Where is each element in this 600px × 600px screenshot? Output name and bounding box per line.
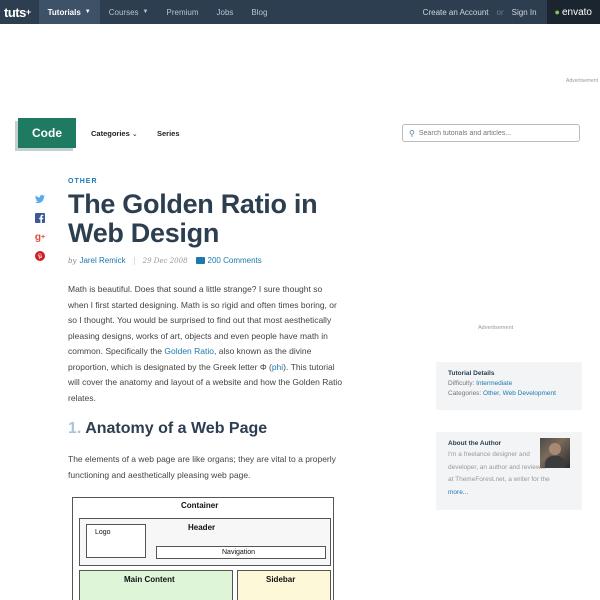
intro-paragraph: Math is beautiful. Does that sound a lit… [68, 282, 343, 406]
comments-link[interactable]: 200 Comments [195, 256, 262, 265]
google-plus-icon[interactable]: g + [34, 231, 46, 243]
article-title: The Golden Ratio in Web Design [68, 189, 318, 248]
nav-tutorials-label: Tutorials [47, 7, 81, 17]
nav-courses[interactable]: Courses ▼ [100, 0, 158, 24]
diagram-navigation-label: Navigation [222, 549, 256, 556]
create-account-link[interactable]: Create an Account [417, 8, 495, 17]
author-description: I'm a freelance designer and developer, … [448, 449, 550, 487]
chevron-down-icon: ▼ [142, 9, 149, 15]
facebook-icon[interactable] [34, 212, 46, 224]
advertisement-label: Advertisement [566, 78, 598, 84]
top-navbar: tuts+ Tutorials ▼ Courses ▼ Premium Jobs B… [0, 0, 600, 24]
anatomy-paragraph: The elements of a web page are like orga… [68, 454, 336, 480]
diagram-sidebar-box: Sidebar [237, 570, 331, 600]
search-box: ⚲ [402, 124, 580, 142]
twitter-icon[interactable] [34, 193, 46, 205]
categories-row: Categories: Other, Web Development [448, 389, 570, 399]
difficulty-link[interactable]: Intermediate [476, 380, 512, 387]
phi-link[interactable]: phi [272, 362, 283, 372]
categories-row-label: Categories: [448, 390, 484, 397]
sign-in-link[interactable]: Sign In [506, 8, 543, 17]
tutorial-details-title: Tutorial Details [448, 370, 495, 377]
comment-icon [195, 257, 205, 264]
author-description-text: I'm a freelance designer and developer, … [448, 451, 550, 483]
author-more-link[interactable]: more... [448, 489, 468, 496]
diagram-logo-label: Logo [95, 529, 111, 536]
section-heading: 1. Anatomy of a Web Page [68, 420, 267, 438]
section-number: 1. [68, 420, 82, 437]
leaf-icon: ● [554, 7, 560, 17]
diagram-main-content-box: Main Content [79, 570, 233, 600]
envato-text: envato [561, 6, 592, 18]
envato-logo[interactable]: ● envato [546, 0, 600, 24]
code-badge[interactable]: Code [18, 118, 76, 148]
publish-date: 29 Dec 2008 [133, 256, 188, 265]
logo-text: tuts [4, 4, 26, 20]
sidebar-advertisement-label: Advertisement [478, 325, 514, 331]
nav-premium[interactable]: Premium [158, 0, 208, 24]
diagram-navigation-box: Navigation [156, 546, 326, 559]
tuts-logo[interactable]: tuts+ [0, 5, 39, 20]
article-category[interactable]: OTHER [68, 178, 98, 185]
nav-courses-label: Courses [108, 7, 139, 17]
author-avatar[interactable] [540, 438, 570, 468]
difficulty-row: Difficulty: Intermediate [448, 379, 570, 389]
categories-label: Categories [91, 129, 130, 138]
web-page-anatomy-diagram: Container Logo Header Navigation Main Co… [72, 497, 334, 600]
diagram-main-content-label: Main Content [124, 575, 175, 584]
categories-menu[interactable]: Categories ⌄ [91, 129, 138, 138]
tutorial-details-box: Tutorial Details Difficulty: Intermediat… [436, 362, 582, 410]
author-link[interactable]: Jarel Remick [79, 256, 125, 265]
by-label: by [68, 256, 77, 265]
nav-tutorials[interactable]: Tutorials ▼ [38, 0, 100, 24]
chevron-down-icon: ▼ [84, 9, 91, 15]
pinterest-icon[interactable] [34, 250, 46, 262]
author-more-row: more... [448, 487, 550, 500]
diagram-container-label: Container [181, 501, 219, 510]
comments-count: 200 Comments [207, 256, 262, 265]
logo-plus: + [25, 6, 31, 17]
nav-jobs[interactable]: Jobs [208, 0, 243, 24]
series-link[interactable]: Series [157, 129, 180, 138]
difficulty-label: Difficulty: [448, 380, 477, 387]
category-web-development-link[interactable]: Web Development [503, 390, 556, 397]
account-links: Create an Account or Sign In ● envato [417, 0, 600, 24]
byline: by Jarel Remick 29 Dec 2008 200 Comments [68, 256, 262, 265]
chevron-down-icon: ⌄ [131, 131, 138, 138]
diagram-sidebar-label: Sidebar [266, 575, 296, 584]
golden-ratio-link[interactable]: Golden Ratio [164, 346, 214, 356]
nav-blog[interactable]: Blog [242, 0, 276, 24]
search-input[interactable] [418, 129, 569, 137]
diagram-logo-box: Logo [86, 524, 146, 558]
diagram-header-label: Header [188, 523, 216, 532]
or-separator: or [496, 7, 504, 17]
diagram-header-box: Logo Header Navigation [79, 518, 331, 566]
search-icon[interactable]: ⚲ [409, 129, 415, 138]
section-title: Anatomy of a Web Page [85, 420, 268, 437]
category-other-link[interactable]: Other [483, 390, 499, 397]
